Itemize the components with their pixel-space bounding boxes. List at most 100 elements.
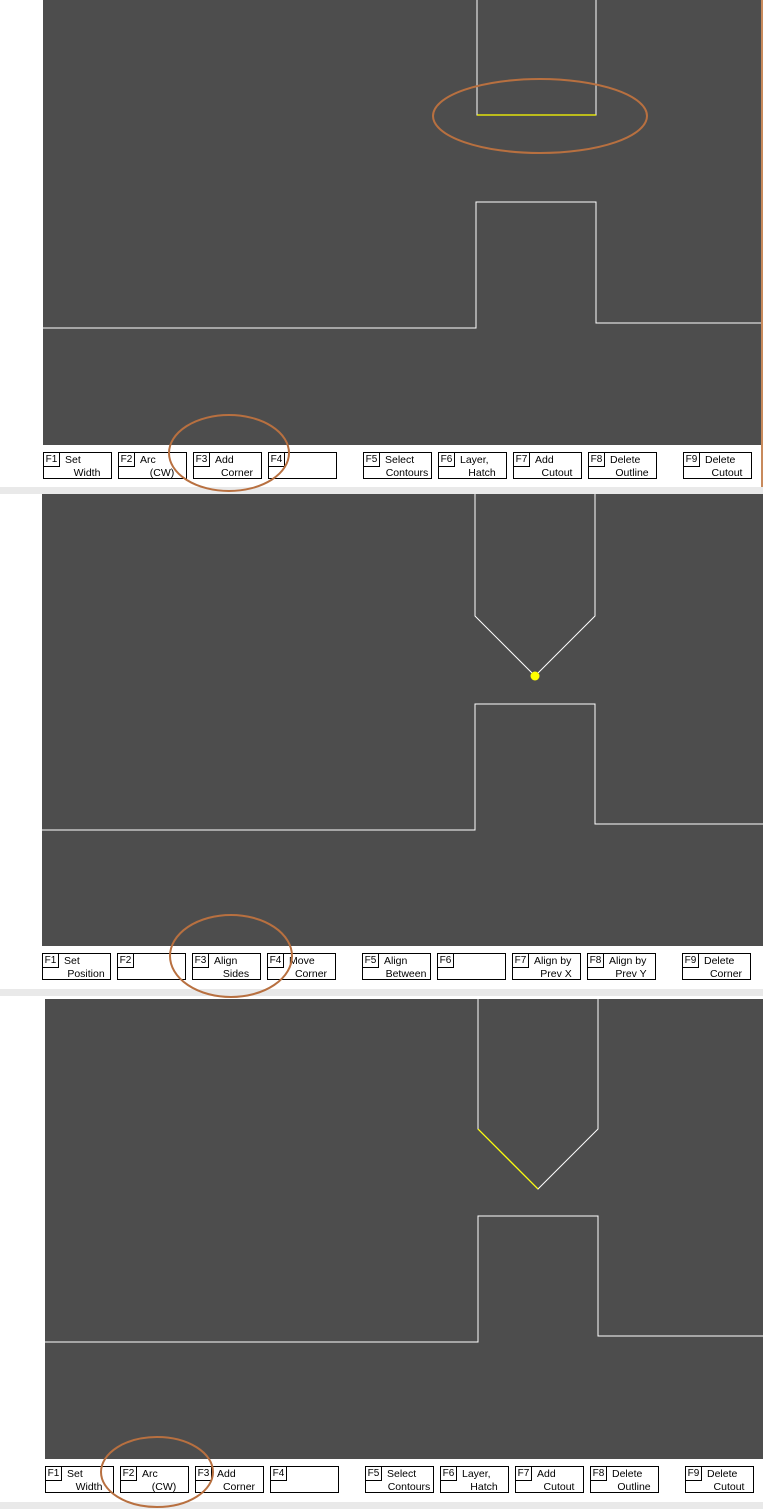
f5-select-contours-button[interactable]: F5 Select Contours bbox=[365, 1466, 434, 1493]
fkey-line2: Outline bbox=[617, 1481, 651, 1493]
f9-delete-corner-button[interactable]: F9 Delete Corner bbox=[682, 953, 751, 980]
bottom-part-outline[interactable] bbox=[45, 1215, 763, 1343]
f2-arc-cw-button[interactable]: F2 Arc (CW) bbox=[118, 452, 187, 479]
drawing-geometry bbox=[45, 999, 763, 1343]
f3-add-corner-button[interactable]: F3 Add Corner bbox=[193, 452, 262, 479]
fkey-line2: Contours bbox=[385, 467, 429, 479]
f9-delete-cutout-button[interactable]: F9 Delete Cutout bbox=[685, 1466, 754, 1493]
fkey-line2: Sides bbox=[222, 968, 250, 980]
fkey-line2: Corner bbox=[220, 467, 254, 479]
drawing-canvas[interactable] bbox=[43, 0, 761, 445]
f6-empty-button[interactable]: F6 bbox=[437, 953, 506, 980]
fkey-line2: Corner bbox=[709, 968, 743, 980]
f3-align-sides-button[interactable]: F3 Align Sides bbox=[192, 953, 261, 980]
f2-key-label: F2 bbox=[119, 453, 135, 467]
f8-delete-outline-button[interactable]: F8 Delete Outline bbox=[588, 452, 657, 479]
f6-layer-hatch-button[interactable]: F6 Layer, Hatch bbox=[440, 1466, 509, 1493]
f5-key-label: F5 bbox=[363, 954, 379, 968]
fkey-line2: Contours bbox=[387, 1481, 431, 1493]
fkey-line1: Arc bbox=[140, 454, 156, 466]
f6-key-label: F6 bbox=[441, 1467, 457, 1481]
panel-separator bbox=[0, 487, 763, 494]
fkey-line2: Between bbox=[385, 968, 427, 980]
fkey-line2: Position bbox=[67, 968, 105, 980]
f3-key-label: F3 bbox=[193, 954, 209, 968]
fkey-line1: Delete bbox=[707, 1468, 738, 1480]
fkey-line1: Add bbox=[535, 454, 554, 466]
top-part-outline[interactable] bbox=[474, 494, 596, 677]
fkey-line1: Align bbox=[214, 955, 238, 967]
fkey-line2: Hatch bbox=[468, 467, 496, 479]
panel-separator bbox=[0, 1502, 763, 1509]
selected-edge[interactable] bbox=[477, 1128, 539, 1190]
f7-add-cutout-button[interactable]: F7 Add Cutout bbox=[513, 452, 582, 479]
f1-set-width-button[interactable]: F1 Set Width bbox=[43, 452, 112, 479]
f9-key-label: F9 bbox=[684, 453, 700, 467]
fkey-line1: Align bbox=[384, 955, 408, 967]
bottom-part-outline[interactable] bbox=[43, 201, 761, 329]
fkey-line1: Set bbox=[67, 1468, 83, 1480]
fkey-line1: Layer, bbox=[462, 1468, 491, 1480]
fkey-line1: Set bbox=[64, 955, 80, 967]
fkey-line2: Outline bbox=[615, 467, 649, 479]
top-part-outline[interactable] bbox=[476, 0, 597, 116]
fkey-line2: Cutout bbox=[541, 467, 573, 479]
fkey-line1: Align by bbox=[534, 955, 572, 967]
bottom-part-outline[interactable] bbox=[42, 703, 763, 831]
drawing-canvas[interactable] bbox=[42, 494, 763, 946]
fkey-line1: Select bbox=[387, 1468, 417, 1480]
f4-key-label: F4 bbox=[268, 954, 284, 968]
top-part-outline[interactable] bbox=[477, 999, 599, 1190]
fkey-line1: Arc bbox=[142, 1468, 158, 1480]
f5-select-contours-button[interactable]: F5 Select Contours bbox=[363, 452, 432, 479]
fkey-line1: Add bbox=[217, 1468, 236, 1480]
f5-align-between-button[interactable]: F5 Align Between bbox=[362, 953, 431, 980]
f9-delete-cutout-button[interactable]: F9 Delete Cutout bbox=[683, 452, 752, 479]
f4-key-label: F4 bbox=[271, 1467, 287, 1481]
function-key-bar: F1 Set Position F2 F3 Align Sides F4 Move Corn… bbox=[0, 947, 763, 980]
f1-key-label: F1 bbox=[43, 954, 59, 968]
fkey-line1: Delete bbox=[610, 454, 641, 466]
f6-layer-hatch-button[interactable]: F6 Layer, Hatch bbox=[438, 452, 507, 479]
fkey-line2: Width bbox=[73, 467, 101, 479]
f4-empty-button[interactable]: F4 bbox=[268, 452, 337, 479]
fkey-line2: Width bbox=[75, 1481, 103, 1493]
f8-key-label: F8 bbox=[589, 453, 605, 467]
f3-key-label: F3 bbox=[194, 453, 210, 467]
f2-key-label: F2 bbox=[121, 1467, 137, 1481]
f7-add-cutout-button[interactable]: F7 Add Cutout bbox=[515, 1466, 584, 1493]
f8-key-label: F8 bbox=[591, 1467, 607, 1481]
fkey-line2: (CW) bbox=[149, 467, 175, 479]
fkey-line1: Delete bbox=[705, 454, 736, 466]
f6-key-label: F6 bbox=[439, 453, 455, 467]
f7-key-label: F7 bbox=[513, 954, 529, 968]
f8-delete-outline-button[interactable]: F8 Delete Outline bbox=[590, 1466, 659, 1493]
f2-arc-cw-button[interactable]: F2 Arc (CW) bbox=[120, 1466, 189, 1493]
f7-key-label: F7 bbox=[516, 1467, 532, 1481]
screenshot-panel-3: F1 Set Width F2 Arc (CW) F3 Add Corner F4 F5 Se… bbox=[0, 999, 763, 1509]
fkey-line2: Hatch bbox=[470, 1481, 498, 1493]
fkey-line1: Align by bbox=[609, 955, 647, 967]
f1-set-width-button[interactable]: F1 Set Width bbox=[45, 1466, 114, 1493]
f9-key-label: F9 bbox=[683, 954, 699, 968]
drawing-canvas[interactable] bbox=[45, 999, 763, 1459]
fkey-line2: Corner bbox=[222, 1481, 256, 1493]
fkey-line1: Set bbox=[65, 454, 81, 466]
f1-set-position-button[interactable]: F1 Set Position bbox=[42, 953, 111, 980]
f7-align-by-prev-x-button[interactable]: F7 Align by Prev X bbox=[512, 953, 581, 980]
f5-key-label: F5 bbox=[366, 1467, 382, 1481]
f7-key-label: F7 bbox=[514, 453, 530, 467]
f4-empty-button[interactable]: F4 bbox=[270, 1466, 339, 1493]
f1-key-label: F1 bbox=[46, 1467, 62, 1481]
fkey-line1: Move bbox=[289, 955, 315, 967]
f3-key-label: F3 bbox=[196, 1467, 212, 1481]
function-key-bar: F1 Set Width F2 Arc (CW) F3 Add Corner F4 F5 Se… bbox=[0, 1460, 763, 1493]
fkey-line1: Delete bbox=[612, 1468, 643, 1480]
selected-corner-point[interactable] bbox=[530, 671, 540, 681]
fkey-line1: Add bbox=[537, 1468, 556, 1480]
f4-move-corner-button[interactable]: F4 Move Corner bbox=[267, 953, 336, 980]
f8-align-by-prev-y-button[interactable]: F8 Align by Prev Y bbox=[587, 953, 656, 980]
fkey-line1: Layer, bbox=[460, 454, 489, 466]
f3-add-corner-button[interactable]: F3 Add Corner bbox=[195, 1466, 264, 1493]
f2-empty-button[interactable]: F2 bbox=[117, 953, 186, 980]
